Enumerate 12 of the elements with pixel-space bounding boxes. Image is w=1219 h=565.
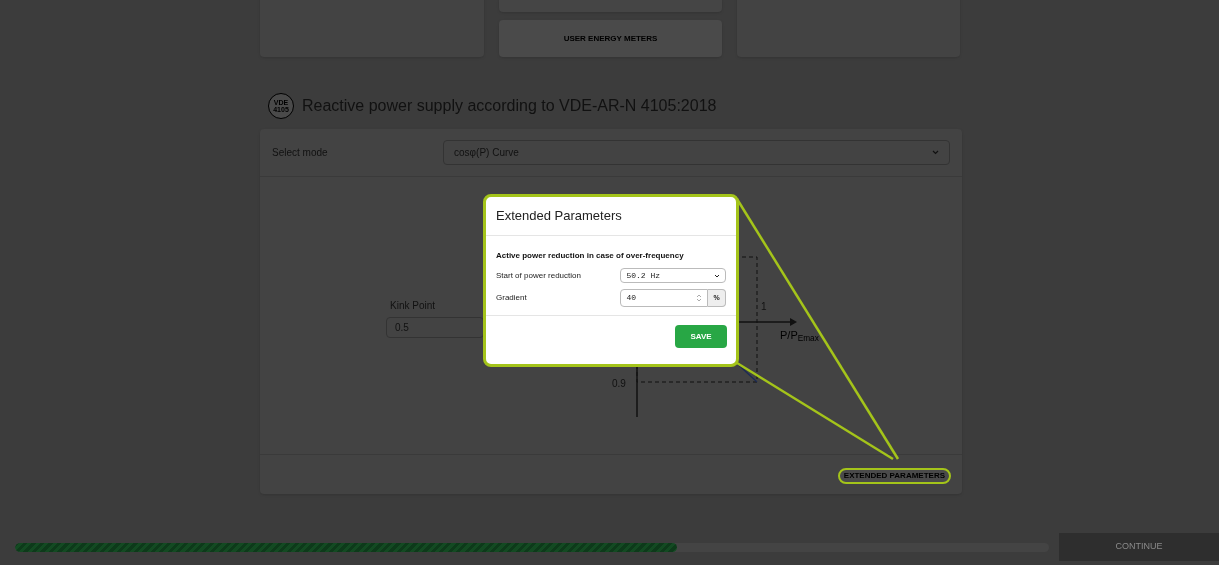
chevron-down-icon (714, 273, 720, 278)
frequency-select[interactable]: 50.2 Hz (620, 268, 726, 283)
field-label: Gradient (496, 292, 528, 304)
chevron-down-icon (932, 150, 939, 155)
gradient-field[interactable]: 40 (620, 289, 708, 307)
field-label: Start of power reduction (496, 269, 582, 282)
spinner-icon (696, 293, 702, 303)
save-button[interactable]: SAVE (675, 325, 727, 348)
dialog-title: Extended Parameters (496, 207, 622, 226)
extended-parameters-button[interactable]: EXTENDED PARAMETERS (837, 468, 951, 484)
dialog-subtitle: Active power reduction in case of over-frequency (496, 250, 685, 262)
menu-button[interactable]: USER ENERGY METERS (499, 20, 722, 57)
